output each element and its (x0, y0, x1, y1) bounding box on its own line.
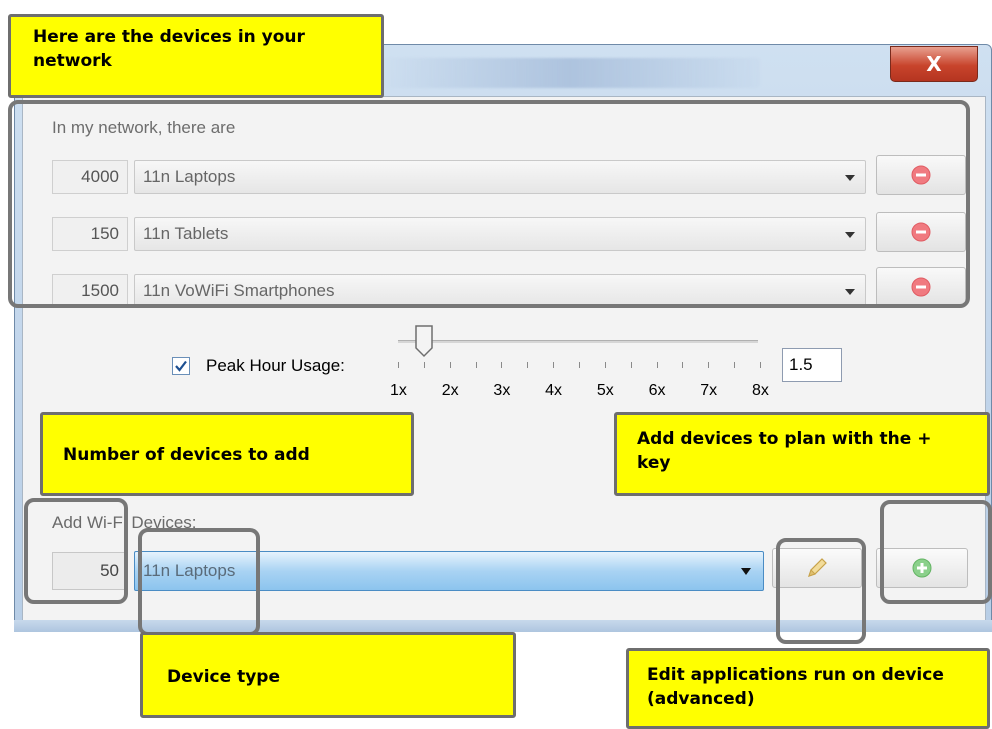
callout-device-type: Device type (140, 632, 516, 718)
slider-tick (475, 362, 477, 368)
device-type-highlight (138, 528, 260, 636)
callout-network-devices: Here are the devices in your network (8, 14, 384, 98)
slider-tick (630, 362, 632, 368)
callout-number-to-add: Number of devices to add (40, 412, 414, 496)
chevron-down-icon (741, 568, 751, 575)
network-devices-highlight (8, 100, 970, 308)
window-title-blurred (380, 58, 760, 88)
slider-tick-label: 1x (390, 382, 407, 399)
slider-tick-label: 2x (441, 382, 459, 399)
slider-tick (760, 362, 761, 368)
slider-tick (579, 362, 580, 368)
slider-tick (423, 362, 425, 368)
slider-thumb[interactable] (414, 324, 434, 358)
peak-hour-label: Peak Hour Usage: (206, 356, 345, 375)
count-highlight (24, 498, 128, 604)
slider-tick (656, 362, 658, 368)
slider-tick (501, 362, 503, 368)
callout-edit-applications: Edit applications run on device (advance… (626, 648, 990, 729)
checkmark-icon (175, 360, 187, 372)
slider-tick-label: 7x (700, 382, 718, 399)
peak-hour-value-input[interactable]: 1.5 (782, 348, 842, 382)
slider-tick (682, 362, 684, 368)
close-button[interactable]: X (890, 46, 978, 82)
slider-tick (604, 362, 606, 368)
slider-tick-label: 8x (752, 382, 769, 399)
peak-hour-checkbox[interactable] (172, 357, 190, 375)
slider-track[interactable] (398, 340, 758, 343)
add-button-highlight (880, 500, 992, 604)
edit-button-highlight (776, 538, 866, 644)
slider-tick (734, 362, 736, 368)
slider-tick-label: 5x (596, 382, 614, 399)
slider-tick-label: 3x (493, 382, 511, 399)
slider-tick (398, 362, 399, 368)
slider-tick (449, 362, 451, 368)
slider-tick (708, 362, 710, 368)
slider-tick-label: 6x (648, 382, 666, 399)
slider-tick (553, 362, 555, 368)
slider-tick (527, 362, 529, 368)
callout-add-with-plus: Add devices to plan with the + key (614, 412, 990, 496)
slider-tick-label: 4x (545, 382, 563, 399)
